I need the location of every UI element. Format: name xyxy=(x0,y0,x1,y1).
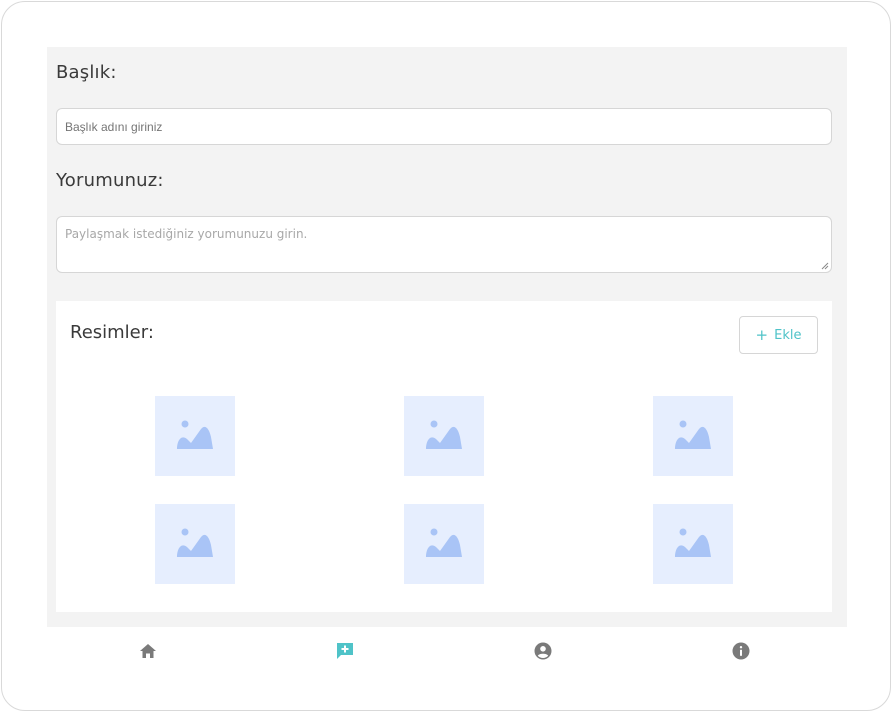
add-comment-icon xyxy=(337,643,353,659)
title-input[interactable] xyxy=(56,108,832,145)
nav-account[interactable] xyxy=(533,641,553,661)
images-title: Resimler: xyxy=(70,322,154,343)
resize-handle-icon[interactable] xyxy=(821,262,829,270)
images-card: Resimler: + Ekle xyxy=(56,301,832,612)
image-placeholder-icon xyxy=(426,420,462,449)
image-placeholder-icon xyxy=(177,420,213,449)
image-placeholder-icon xyxy=(426,528,462,557)
title-label: Başlık: xyxy=(56,62,117,83)
image-placeholder-2[interactable] xyxy=(404,396,484,476)
image-placeholder-3[interactable] xyxy=(653,396,733,476)
comment-textarea[interactable]: Paylaşmak istediğiniz yorumunuzu girin. xyxy=(56,216,832,273)
nav-add-comment[interactable] xyxy=(335,641,355,661)
plus-icon: + xyxy=(755,325,769,344)
add-image-button[interactable]: + Ekle xyxy=(739,316,818,354)
image-placeholder-icon xyxy=(675,528,711,557)
home-icon xyxy=(140,644,156,658)
image-placeholder-6[interactable] xyxy=(653,504,733,584)
image-placeholder-5[interactable] xyxy=(404,504,484,584)
comment-placeholder: Paylaşmak istediğiniz yorumunuzu girin. xyxy=(65,227,308,241)
image-placeholder-icon xyxy=(675,420,711,449)
nav-home[interactable] xyxy=(138,641,158,661)
add-label: Ekle xyxy=(774,327,802,343)
comment-label: Yorumunuz: xyxy=(56,170,164,191)
account-icon xyxy=(534,642,552,660)
image-placeholder-1[interactable] xyxy=(155,396,235,476)
image-placeholder-4[interactable] xyxy=(155,504,235,584)
image-placeholder-icon xyxy=(177,528,213,557)
info-icon xyxy=(732,642,750,660)
bottom-nav xyxy=(47,627,847,667)
nav-info[interactable] xyxy=(731,641,751,661)
